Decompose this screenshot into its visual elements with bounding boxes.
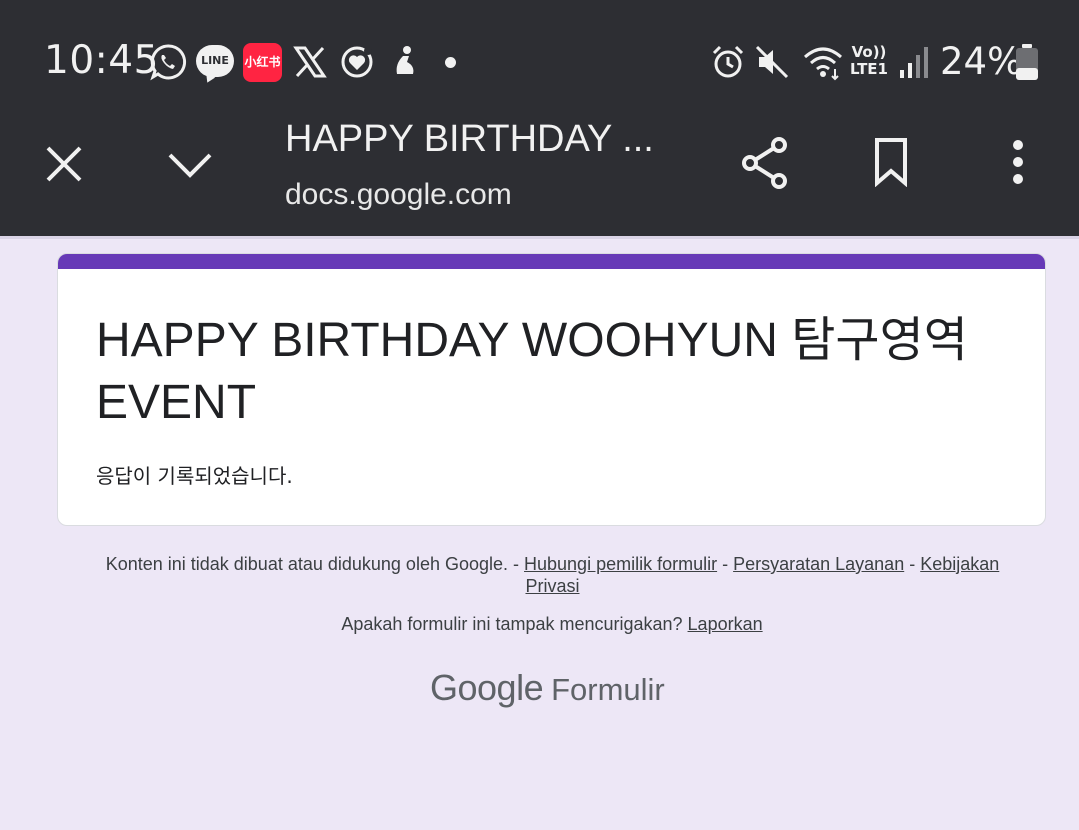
disclaimer: Konten ini tidak dibuat atau didukung ol… xyxy=(90,553,1015,597)
x-icon xyxy=(290,42,330,82)
wifi-icon xyxy=(801,42,845,82)
bookmark-icon xyxy=(875,138,907,187)
line-icon: LINE xyxy=(196,45,234,77)
close-button[interactable] xyxy=(40,140,88,188)
whatsapp-icon xyxy=(148,42,188,82)
custom-tab-toolbar: HAPPY BIRTHDAY ... docs.google.com xyxy=(0,118,1079,236)
minimize-button[interactable] xyxy=(162,142,218,186)
disclaimer-text: Konten ini tidak dibuat atau didukung ol… xyxy=(105,554,525,574)
response-recorded-message: 응답이 기록되었습니다. xyxy=(96,464,293,488)
report-link[interactable]: Laporkan xyxy=(688,614,763,634)
pilates-app-icon xyxy=(384,42,424,82)
xiaohongshu-icon: 小红书 xyxy=(243,43,282,82)
google-wordmark: Google xyxy=(430,667,544,708)
separator: - xyxy=(904,554,921,574)
more-vert-icon xyxy=(1013,140,1023,184)
contact-owner-link[interactable]: Hubungi pemilik formulir xyxy=(524,554,717,574)
separator: - xyxy=(717,554,734,574)
google-forms-logo[interactable]: Google Formulir xyxy=(430,667,690,717)
status-bar: 10:45 LINE 小红书 Vo)) LTE1 24% xyxy=(0,0,1079,118)
share-icon xyxy=(742,137,787,189)
toolbar-divider xyxy=(0,236,1079,239)
signal-icon xyxy=(894,42,934,82)
page-title: HAPPY BIRTHDAY ... xyxy=(285,118,654,160)
alarm-icon xyxy=(708,42,748,82)
share-button[interactable] xyxy=(738,134,792,192)
chevron-down-icon xyxy=(168,153,212,178)
forms-wordmark: Formulir xyxy=(551,672,665,707)
terms-link[interactable]: Persyaratan Layanan xyxy=(733,554,904,574)
heart-app-icon xyxy=(337,42,377,82)
form-accent-bar xyxy=(58,254,1045,269)
form-title: HAPPY BIRTHDAY WOOHYUN 탐구영역 EVENT xyxy=(96,314,968,429)
line-icon-label: LINE xyxy=(201,54,229,67)
page-url: docs.google.com xyxy=(285,178,512,211)
status-clock: 10:45 xyxy=(44,38,159,83)
more-notifications-dot xyxy=(445,57,456,68)
lte-icon: Vo)) LTE1 xyxy=(850,43,888,78)
bookmark-button[interactable] xyxy=(866,136,916,188)
battery-icon xyxy=(1010,42,1044,82)
close-icon xyxy=(46,146,82,182)
form-card: HAPPY BIRTHDAY WOOHYUN 탐구영역 EVENT 응답이 기록… xyxy=(57,253,1046,526)
suspicious-question: Apakah formulir ini tampak mencurigakan? xyxy=(341,614,688,634)
mute-icon xyxy=(752,42,792,82)
more-options-button[interactable] xyxy=(998,136,1038,188)
report-line: Apakah formulir ini tampak mencurigakan?… xyxy=(0,614,1079,635)
